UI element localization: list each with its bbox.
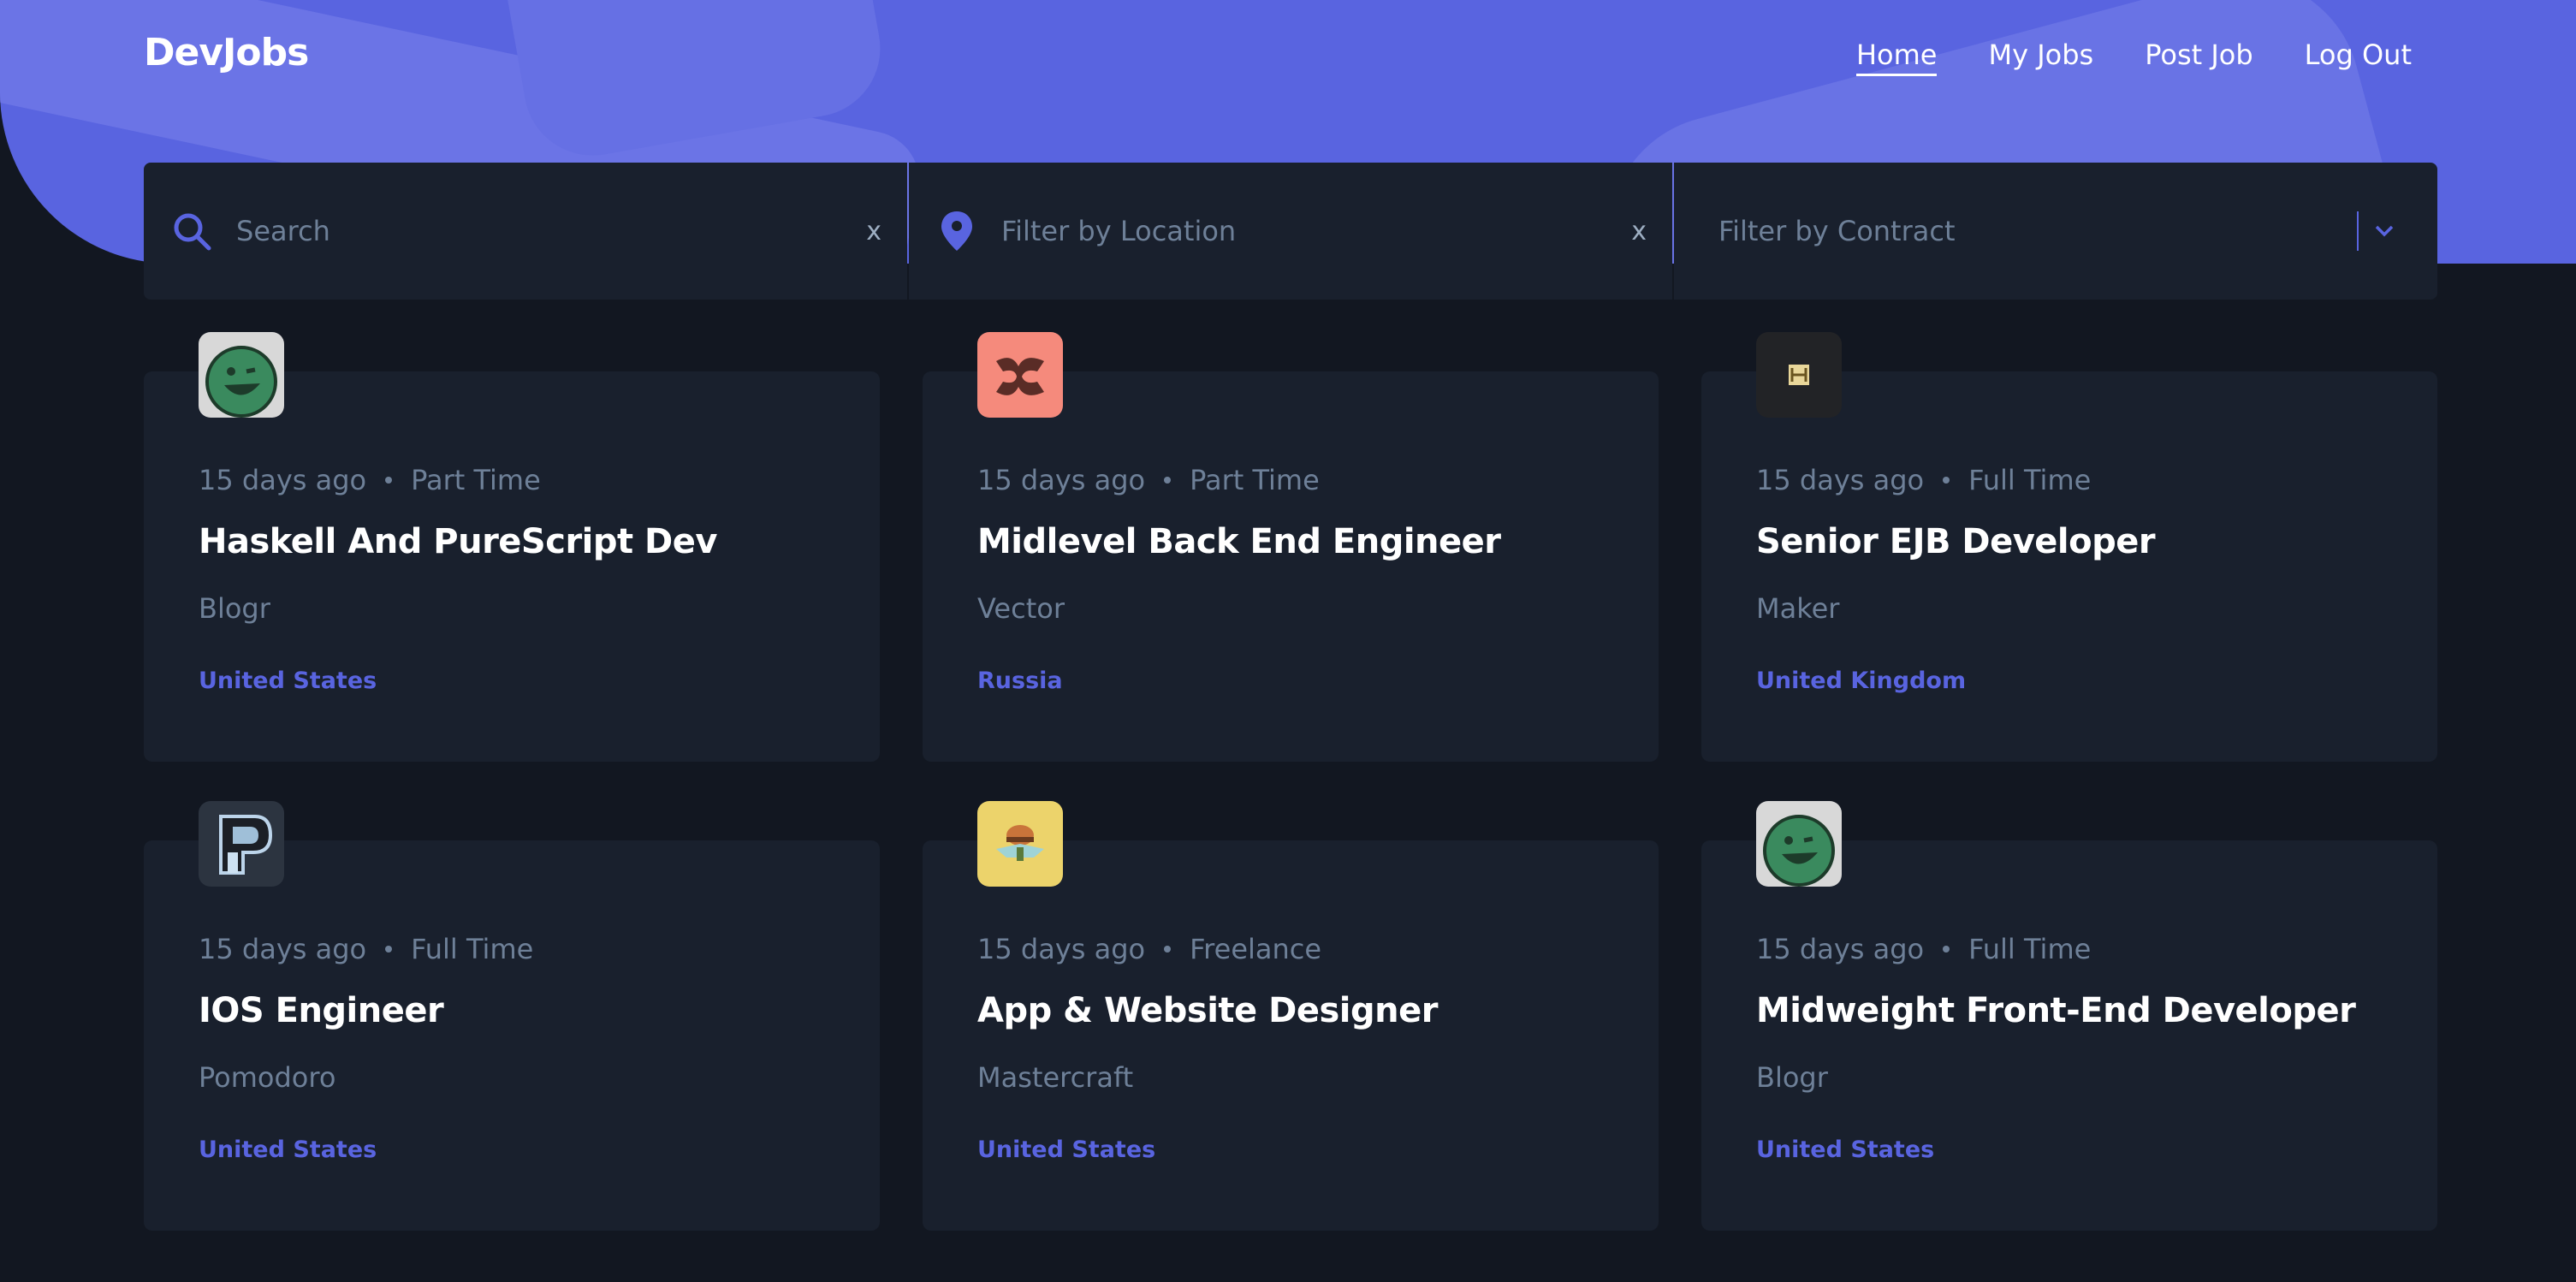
job-title[interactable]: Midlevel Back End Engineer (977, 522, 1604, 561)
contract-type: Part Time (411, 464, 541, 496)
contract-type: Full Time (1968, 464, 2092, 496)
separator-dot (1943, 946, 1950, 953)
posted-time: 15 days ago (977, 464, 1146, 496)
separator-dot (1164, 946, 1172, 953)
nav-post-job[interactable]: Post Job (2145, 36, 2253, 76)
company-name: Maker (1756, 592, 1840, 625)
contract-type: Freelance (1190, 933, 1322, 965)
brand-logo[interactable]: DevJobs (144, 31, 309, 74)
posted-time: 15 days ago (977, 933, 1146, 965)
filter-bar: Search x Filter by Location x Filter by … (144, 163, 2437, 300)
location-field[interactable]: Filter by Location x (909, 163, 1672, 300)
company-name: Blogr (1756, 1061, 1828, 1094)
company-name: Vector (977, 592, 1065, 625)
job-meta: 15 days ago Full Time (1756, 933, 2383, 965)
contract-type: Part Time (1190, 464, 1320, 496)
posted-time: 15 days ago (1756, 933, 1925, 965)
contract-type: Full Time (411, 933, 534, 965)
job-location: United States (199, 1137, 377, 1163)
company-name: Blogr (199, 592, 270, 625)
posted-time: 15 days ago (1756, 464, 1925, 496)
page: DevJobs Home My Jobs Post Job Log Out Se… (0, 0, 2576, 1282)
search-icon (169, 209, 214, 253)
search-field[interactable]: Search x (144, 163, 907, 300)
divider (2357, 211, 2359, 251)
job-title[interactable]: Senior EJB Developer (1756, 522, 2383, 561)
job-meta: 15 days ago Part Time (199, 464, 825, 496)
nav-log-out[interactable]: Log Out (2305, 36, 2412, 76)
job-list: 15 days ago Part Time Haskell And PureSc… (144, 332, 2437, 1231)
job-title[interactable]: IOS Engineer (199, 991, 825, 1030)
vector-logo (977, 332, 1063, 418)
contract-select-placeholder[interactable]: Filter by Contract (1718, 215, 2357, 247)
job-card[interactable]: 15 days ago Full Time Senior EJB Develop… (1701, 332, 2437, 762)
job-location: United Kingdom (1756, 668, 1967, 694)
job-meta: 15 days ago Full Time (199, 933, 825, 965)
separator-dot (1943, 477, 1950, 484)
maker-logo (1756, 332, 1842, 418)
separator-dot (385, 946, 393, 953)
job-title[interactable]: Midweight Front-End Developer (1756, 991, 2383, 1030)
clear-search-button[interactable]: x (866, 217, 881, 246)
job-meta: 15 days ago Freelance (977, 933, 1604, 965)
job-meta: 15 days ago Full Time (1756, 464, 2383, 496)
chevron-down-icon[interactable] (2374, 224, 2395, 238)
job-location: Russia (977, 668, 1063, 694)
job-location: United States (977, 1137, 1156, 1163)
location-input-placeholder[interactable]: Filter by Location (1001, 215, 1631, 247)
job-location: United States (1756, 1137, 1935, 1163)
separator-dot (1164, 477, 1172, 484)
company-name: Mastercraft (977, 1061, 1134, 1094)
job-card[interactable]: 15 days ago Full Time IOS Engineer Pomod… (144, 801, 880, 1231)
blogr-logo (1756, 801, 1842, 887)
job-location: United States (199, 668, 377, 694)
job-title[interactable]: App & Website Designer (977, 991, 1604, 1030)
clear-location-button[interactable]: x (1631, 217, 1647, 246)
separator-dot (385, 477, 393, 484)
job-card[interactable]: 15 days ago Part Time Midlevel Back End … (923, 332, 1659, 762)
company-name: Pomodoro (199, 1061, 336, 1094)
job-card[interactable]: 15 days ago Freelance App & Website Desi… (923, 801, 1659, 1231)
contract-type: Full Time (1968, 933, 2092, 965)
nav-home[interactable]: Home (1855, 36, 1938, 76)
pomodoro-logo (199, 801, 284, 887)
contract-select[interactable]: Filter by Contract (1674, 163, 2437, 300)
mastercraft-logo (977, 801, 1063, 887)
posted-time: 15 days ago (199, 933, 367, 965)
location-pin-icon (935, 209, 979, 253)
posted-time: 15 days ago (199, 464, 367, 496)
job-card[interactable]: 15 days ago Part Time Haskell And PureSc… (144, 332, 880, 762)
job-meta: 15 days ago Part Time (977, 464, 1604, 496)
job-card[interactable]: 15 days ago Full Time Midweight Front-En… (1701, 801, 2437, 1231)
search-input-placeholder[interactable]: Search (236, 215, 866, 247)
job-title[interactable]: Haskell And PureScript Dev (199, 522, 825, 561)
blogr-logo (199, 332, 284, 418)
nav-my-jobs[interactable]: My Jobs (1988, 36, 2093, 76)
main-nav: Home My Jobs Post Job Log Out (1855, 36, 2412, 76)
